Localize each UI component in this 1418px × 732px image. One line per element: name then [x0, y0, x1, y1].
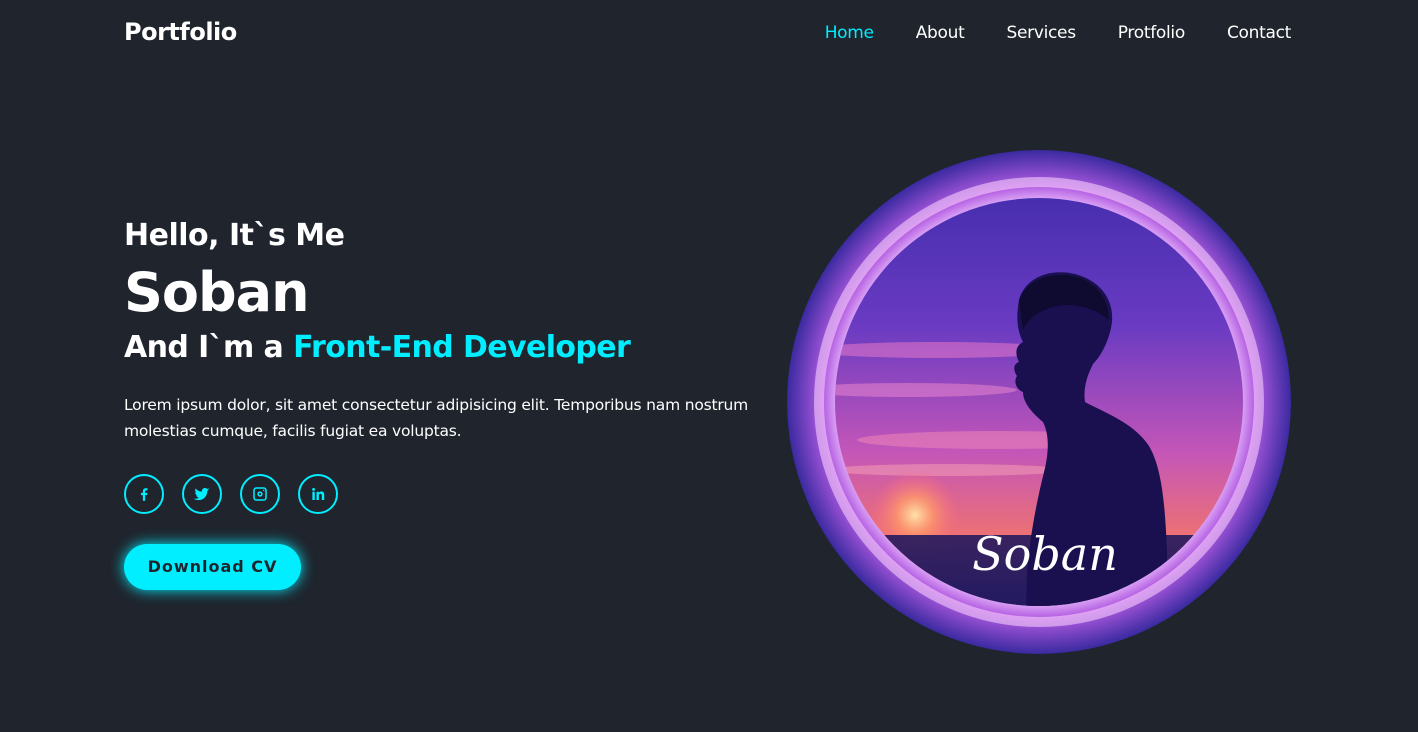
nav-about[interactable]: About [916, 23, 965, 43]
social-links [124, 474, 804, 514]
portrait-signature: Soban [972, 527, 1118, 581]
portrait-image: Soban [787, 150, 1291, 654]
hero-greeting: Hello, It`s Me [124, 218, 345, 253]
site-header: Portfolio Home About Services Protfolio … [0, 0, 1418, 68]
instagram-icon [253, 487, 267, 501]
nav-contact[interactable]: Contact [1227, 23, 1291, 43]
logo[interactable]: Portfolio [124, 18, 237, 46]
download-cv-button[interactable]: Download CV [124, 544, 301, 590]
nav-portfolio[interactable]: Protfolio [1118, 23, 1185, 43]
hero-role: And I`m a Front-End Developer [124, 328, 804, 368]
twitter-link[interactable] [182, 474, 222, 514]
hero-description: Lorem ipsum dolor, sit amet consectetur … [124, 396, 749, 440]
facebook-icon [140, 488, 148, 501]
nav-services[interactable]: Services [1006, 23, 1076, 43]
hero-role-title: Front-End Developer [293, 330, 631, 365]
main-nav: Home About Services Protfolio Contact [783, 23, 1292, 43]
twitter-icon [193, 488, 210, 501]
nav-home[interactable]: Home [825, 23, 874, 43]
hero-content: Hello, It`s Me Soban And I`m a Front-End… [124, 216, 804, 590]
linkedin-link[interactable] [298, 474, 338, 514]
linkedin-icon [312, 488, 325, 500]
instagram-link[interactable] [240, 474, 280, 514]
facebook-link[interactable] [124, 474, 164, 514]
profile-portrait: Soban [787, 150, 1291, 654]
hero-name: Soban [124, 261, 310, 324]
hero-role-prefix: And I`m a [124, 330, 284, 365]
